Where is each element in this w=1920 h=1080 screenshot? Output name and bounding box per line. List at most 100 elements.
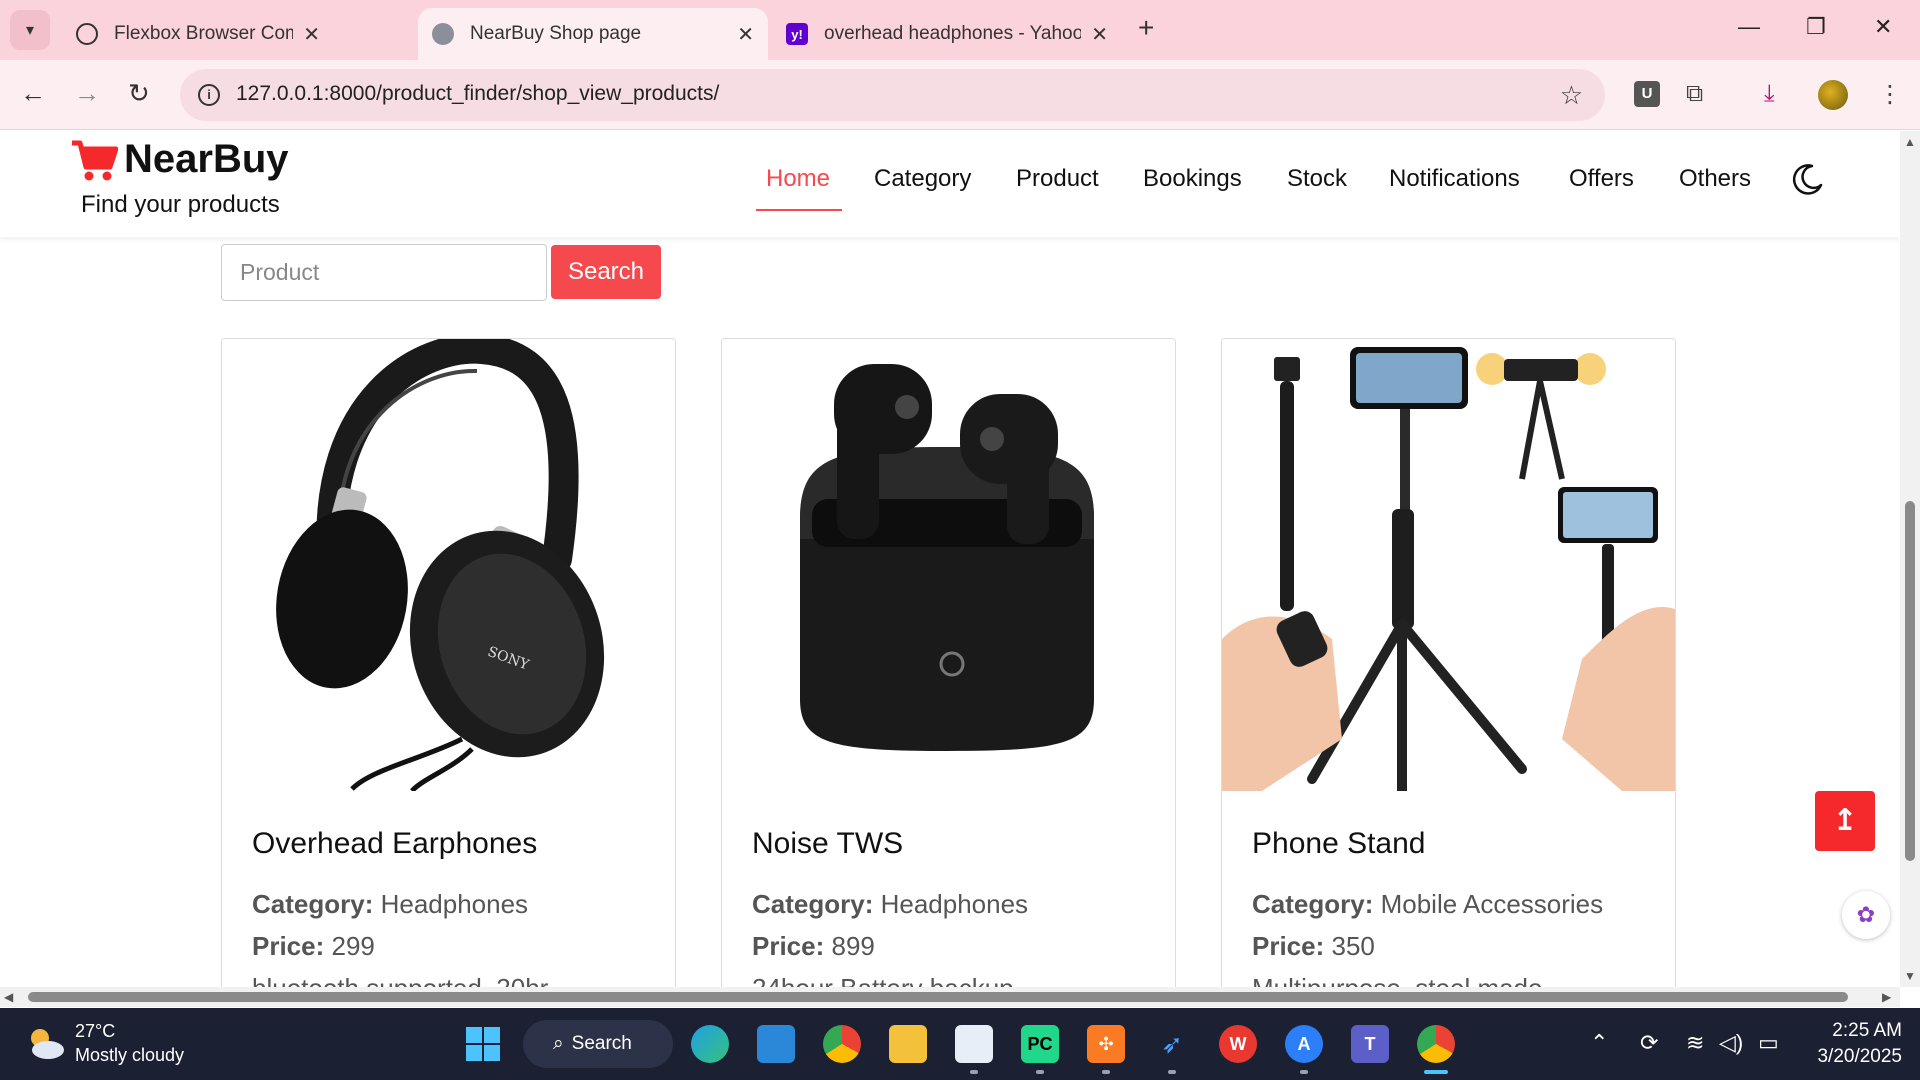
download-icon[interactable]: ⤓ (1764, 80, 1775, 108)
category-value: Headphones (380, 889, 529, 919)
product-description: 24hour Battery backup (752, 973, 1014, 987)
new-tab-button[interactable]: + (1138, 12, 1154, 44)
xampp-icon[interactable]: ✣ (1087, 1025, 1125, 1063)
product-price: Price: 350 (1252, 931, 1375, 962)
weather-temperature[interactable]: 27°C (75, 1021, 115, 1042)
address-bar[interactable]: i 127.0.0.1:8000/product_finder/shop_vie… (180, 69, 1605, 121)
clock-date[interactable]: 3/20/2025 (1808, 1046, 1902, 1068)
product-category: Category: Mobile Accessories (1252, 889, 1603, 920)
scroll-left-arrow-icon[interactable]: ◀ (4, 990, 13, 1004)
nav-offers[interactable]: Offers (1569, 165, 1634, 193)
extension-u-icon[interactable]: U (1634, 81, 1660, 107)
show-hidden-icons-chevron-icon[interactable]: ⌃ (1590, 1030, 1608, 1056)
yahoo-icon: y! (786, 23, 808, 45)
nav-stock[interactable]: Stock (1287, 165, 1347, 193)
category-label: Category: (752, 889, 874, 919)
nav-category[interactable]: Category (874, 165, 971, 193)
product-description: bluetooth supported, 20hr (252, 973, 548, 987)
category-label: Category: (252, 889, 374, 919)
product-description: Multipurpose, steel made (1252, 973, 1542, 987)
product-card[interactable]: Noise TWS Category: Headphones Price: 89… (721, 338, 1176, 987)
nav-bookings[interactable]: Bookings (1143, 165, 1242, 193)
product-title[interactable]: Overhead Earphones (252, 827, 537, 861)
edge-icon[interactable] (691, 1025, 729, 1063)
horizontal-scrollbar[interactable]: ◀ ▶ (0, 987, 1900, 1007)
chrome-icon[interactable] (823, 1025, 861, 1063)
product-title[interactable]: Phone Stand (1252, 827, 1425, 861)
restore-button[interactable]: ❐ (1806, 14, 1826, 40)
price-value: 899 (831, 931, 875, 961)
scroll-up-arrow-icon[interactable]: ▲ (1904, 135, 1916, 149)
reload-icon[interactable]: ↻ (128, 78, 150, 109)
volume-icon[interactable]: ◁) (1719, 1030, 1743, 1056)
forward-icon[interactable]: → (74, 78, 100, 109)
nav-others[interactable]: Others (1679, 165, 1751, 193)
dolphin-app-icon[interactable]: ➶ (1153, 1025, 1191, 1063)
profile-avatar[interactable] (1818, 80, 1848, 110)
close-window-button[interactable]: ✕ (1874, 14, 1892, 40)
vertical-scrollbar[interactable]: ▲ ▼ (1900, 131, 1920, 987)
search-button[interactable]: Search (551, 245, 661, 299)
app-store-icon[interactable]: A (1285, 1025, 1323, 1063)
desktop-monitor-icon[interactable] (757, 1025, 795, 1063)
close-icon[interactable]: ✕ (1091, 22, 1108, 47)
price-label: Price: (252, 931, 325, 961)
back-icon[interactable]: ← (20, 78, 46, 109)
minimize-button[interactable]: — (1738, 14, 1760, 40)
price-label: Price: (1252, 931, 1325, 961)
headphones-image: SONY (222, 339, 675, 791)
tab-flexbox[interactable]: Flexbox Browser Compatibility ✕ (62, 8, 334, 60)
scroll-to-top-button[interactable]: ↥ (1815, 791, 1875, 851)
tab-yahoo[interactable]: y! overhead headphones - Yahoo ✕ (772, 8, 1122, 60)
tab-label: NearBuy Shop page (470, 23, 642, 44)
weather-cloudy-icon[interactable] (24, 1024, 66, 1062)
sync-icon[interactable]: ⟳ (1640, 1030, 1658, 1056)
product-search-input[interactable] (221, 244, 547, 301)
taskbar-search[interactable]: ⌕ Search (523, 1020, 673, 1068)
price-value: 299 (331, 931, 375, 961)
clock-time[interactable]: 2:25 AM (1822, 1020, 1902, 1042)
nav-notifications[interactable]: Notifications (1389, 165, 1520, 193)
scroll-down-arrow-icon[interactable]: ▼ (1904, 969, 1916, 983)
search-icon: ⌕ (553, 1033, 564, 1054)
dark-mode-moon-icon[interactable] (1790, 163, 1824, 197)
extensions-puzzle-icon[interactable]: ⧉ (1686, 80, 1703, 108)
notepad-icon[interactable] (955, 1025, 993, 1063)
url-text[interactable]: 127.0.0.1:8000/product_finder/shop_view_… (236, 82, 719, 106)
file-explorer-icon[interactable] (889, 1025, 927, 1063)
browser-menu-icon[interactable]: ⋮ (1878, 80, 1902, 109)
brand-name[interactable]: NearBuy (124, 137, 289, 182)
horizontal-scroll-thumb[interactable] (28, 992, 1848, 1002)
wps-office-icon[interactable]: W (1219, 1025, 1257, 1063)
teams-icon[interactable]: T (1351, 1025, 1389, 1063)
battery-icon[interactable]: ▭ (1758, 1030, 1779, 1056)
chrome-active-icon[interactable] (1417, 1025, 1455, 1063)
close-icon[interactable]: ✕ (303, 22, 320, 47)
running-indicator (1102, 1070, 1110, 1074)
pycharm-icon[interactable]: PC (1021, 1025, 1059, 1063)
product-card[interactable]: Phone Stand Category: Mobile Accessories… (1221, 338, 1676, 987)
running-indicator (970, 1070, 978, 1074)
tab-nearbuy[interactable]: NearBuy Shop page ✕ (418, 8, 768, 60)
scroll-right-arrow-icon[interactable]: ▶ (1882, 990, 1891, 1004)
running-indicator (1300, 1070, 1308, 1074)
vertical-scroll-thumb[interactable] (1905, 501, 1915, 861)
wifi-icon[interactable]: ≋ (1686, 1030, 1704, 1056)
product-title[interactable]: Noise TWS (752, 827, 903, 861)
brain-assistant-icon[interactable]: ✿ (1842, 891, 1890, 939)
running-indicator (1036, 1070, 1044, 1074)
running-indicator (1168, 1070, 1176, 1074)
tab-search-button[interactable]: ▾ (10, 10, 50, 50)
brand-tagline: Find your products (81, 191, 280, 218)
site-info-icon[interactable]: i (198, 84, 220, 106)
selfie-tripod-image (1222, 339, 1675, 791)
weather-description[interactable]: Mostly cloudy (75, 1045, 184, 1066)
bookmark-star-icon[interactable]: ☆ (1560, 80, 1583, 111)
globe-icon (432, 23, 454, 45)
windows-start-icon[interactable] (465, 1026, 501, 1062)
nav-product[interactable]: Product (1016, 165, 1099, 193)
product-card[interactable]: SONY Overhead Earphones Category: Headph… (221, 338, 676, 987)
site-header: NearBuy Find your products Home Category… (0, 131, 1900, 237)
nav-home[interactable]: Home (766, 165, 830, 193)
close-icon[interactable]: ✕ (737, 22, 754, 47)
